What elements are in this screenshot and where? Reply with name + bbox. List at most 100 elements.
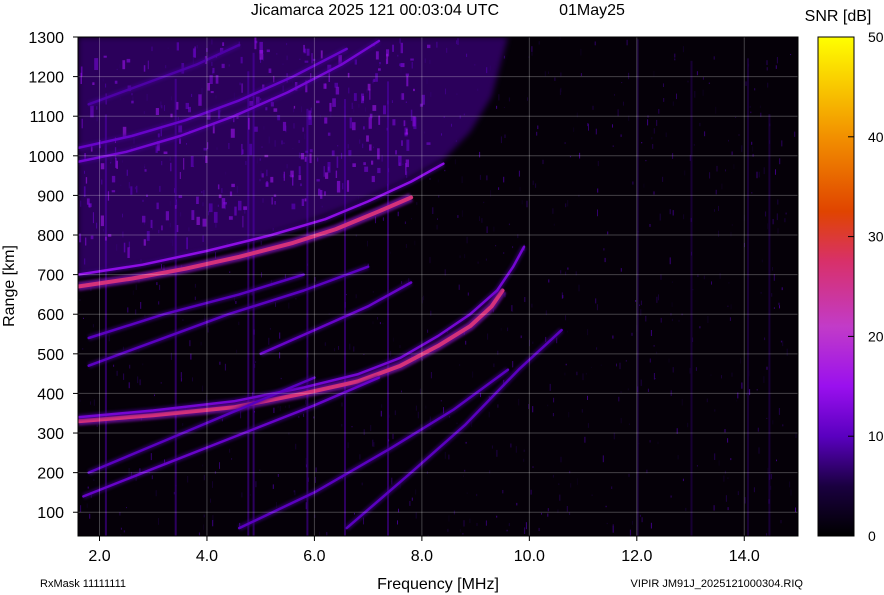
noise-speck bbox=[587, 395, 588, 400]
x-tick-label: 14.0 bbox=[729, 548, 760, 565]
noise-speck bbox=[549, 383, 551, 391]
noise-speck bbox=[126, 507, 127, 509]
noise-speck bbox=[754, 88, 756, 91]
diffuse-echo-speck bbox=[217, 184, 220, 190]
diffuse-echo-speck bbox=[127, 247, 130, 258]
noise-speck bbox=[715, 189, 717, 195]
noise-speck bbox=[591, 366, 592, 368]
noise-speck bbox=[538, 527, 540, 531]
noise-speck bbox=[399, 345, 401, 349]
diffuse-echo-speck bbox=[179, 172, 181, 179]
noise-speck bbox=[670, 495, 672, 498]
noise-speck bbox=[485, 520, 487, 526]
noise-speck bbox=[150, 453, 152, 461]
noise-speck bbox=[361, 482, 363, 486]
noise-speck bbox=[277, 405, 279, 408]
diffuse-echo-speck bbox=[348, 150, 352, 156]
noise-speck bbox=[503, 106, 505, 108]
noise-speck bbox=[763, 167, 765, 175]
noise-speck bbox=[120, 527, 122, 530]
noise-speck bbox=[466, 236, 468, 244]
noise-speck bbox=[268, 337, 270, 345]
noise-speck bbox=[718, 205, 719, 211]
noise-speck bbox=[87, 486, 89, 489]
noise-speck bbox=[559, 37, 561, 40]
noise-speck bbox=[359, 454, 361, 460]
interference-column bbox=[690, 60, 693, 536]
noise-speck bbox=[779, 158, 781, 165]
noise-speck bbox=[527, 97, 528, 101]
noise-speck bbox=[363, 517, 364, 525]
noise-speck bbox=[238, 321, 240, 326]
noise-speck bbox=[182, 319, 184, 321]
noise-speck bbox=[731, 372, 733, 377]
noise-speck bbox=[612, 524, 614, 531]
noise-speck bbox=[790, 54, 792, 56]
noise-speck bbox=[203, 524, 204, 530]
noise-speck bbox=[597, 161, 599, 167]
diffuse-echo-speck bbox=[271, 197, 273, 205]
noise-speck bbox=[303, 413, 305, 417]
noise-speck bbox=[662, 176, 664, 182]
noise-speck bbox=[580, 48, 582, 56]
noise-speck bbox=[123, 530, 125, 533]
noise-speck bbox=[628, 473, 630, 477]
noise-speck bbox=[459, 255, 461, 258]
noise-speck bbox=[498, 187, 500, 190]
noise-speck bbox=[738, 134, 740, 136]
noise-speck bbox=[219, 361, 221, 365]
diffuse-echo-speck bbox=[194, 46, 196, 58]
diffuse-echo-speck bbox=[324, 117, 328, 124]
noise-speck bbox=[379, 322, 381, 325]
noise-speck bbox=[647, 119, 649, 126]
noise-speck bbox=[380, 410, 382, 417]
noise-speck bbox=[767, 82, 769, 88]
noise-speck bbox=[650, 330, 652, 336]
noise-speck bbox=[580, 73, 582, 76]
noise-speck bbox=[696, 71, 698, 76]
noise-speck bbox=[372, 321, 374, 325]
noise-speck bbox=[83, 317, 84, 319]
noise-speck bbox=[372, 439, 374, 447]
diffuse-echo-speck bbox=[300, 183, 302, 187]
noise-speck bbox=[137, 376, 139, 384]
noise-speck bbox=[351, 426, 353, 428]
noise-speck bbox=[180, 372, 182, 378]
noise-speck bbox=[591, 494, 593, 496]
diffuse-echo-speck bbox=[298, 166, 301, 175]
noise-speck bbox=[269, 328, 271, 330]
diffuse-echo-speck bbox=[379, 62, 381, 65]
noise-speck bbox=[687, 80, 689, 83]
diffuse-echo-speck bbox=[142, 215, 146, 223]
diffuse-echo-speck bbox=[399, 63, 403, 67]
diffuse-echo-speck bbox=[327, 132, 331, 136]
noise-speck bbox=[192, 377, 193, 382]
noise-speck bbox=[122, 346, 124, 350]
noise-speck bbox=[503, 252, 505, 254]
noise-speck bbox=[672, 367, 674, 373]
noise-speck bbox=[212, 520, 214, 527]
diffuse-echo-speck bbox=[90, 105, 94, 118]
noise-speck bbox=[373, 442, 375, 447]
noise-speck bbox=[781, 140, 783, 147]
noise-speck bbox=[520, 335, 522, 339]
noise-speck bbox=[619, 362, 621, 370]
noise-speck bbox=[382, 217, 384, 221]
diffuse-echo-speck bbox=[234, 206, 237, 216]
x-axis-label: Frequency [MHz] bbox=[377, 576, 499, 593]
diffuse-echo-speck bbox=[342, 183, 344, 190]
diffuse-echo-speck bbox=[196, 216, 200, 225]
noise-speck bbox=[565, 315, 566, 321]
diffuse-echo-speck bbox=[352, 122, 356, 131]
noise-speck bbox=[658, 294, 659, 301]
noise-speck bbox=[425, 405, 427, 409]
interference-column bbox=[747, 58, 749, 536]
noise-speck bbox=[795, 507, 796, 512]
noise-speck bbox=[718, 460, 720, 466]
noise-speck bbox=[377, 317, 378, 320]
noise-speck bbox=[592, 105, 594, 110]
noise-speck bbox=[656, 296, 658, 303]
noise-speck bbox=[744, 497, 746, 504]
y-tick-label: 1200 bbox=[28, 70, 64, 87]
noise-speck bbox=[558, 483, 560, 485]
